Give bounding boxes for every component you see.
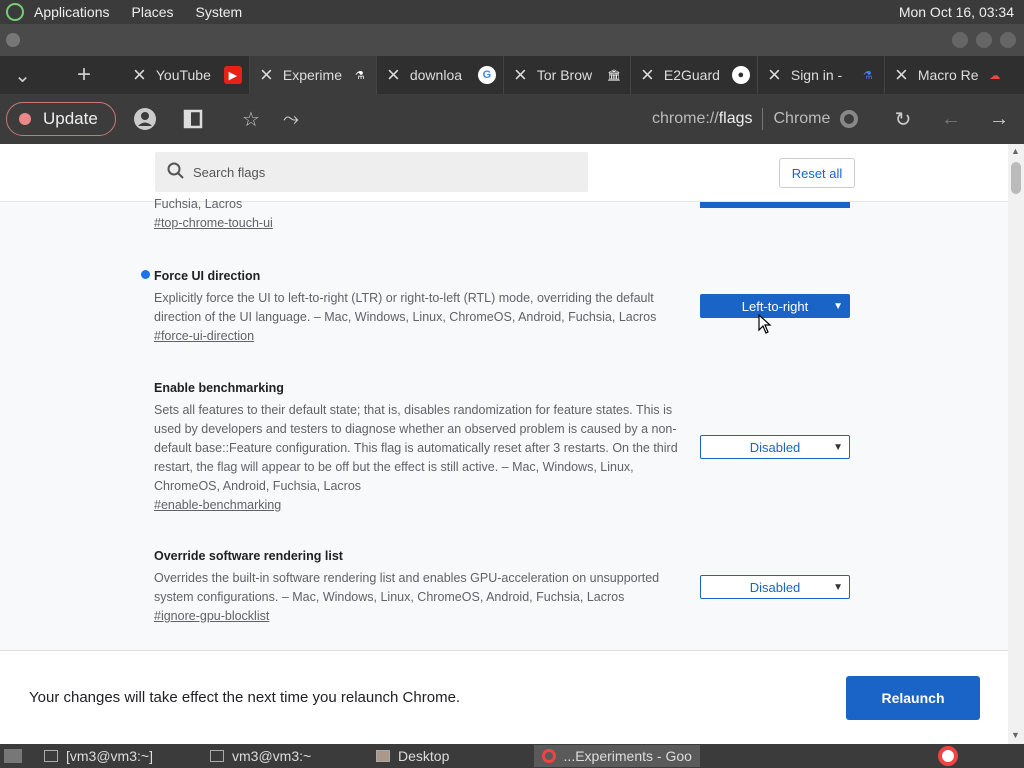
enable-benchmarking-select[interactable]: Disabled ▼ xyxy=(700,435,850,459)
flag-description: Explicitly force the UI to left-to-right… xyxy=(154,291,657,324)
youtube-favicon-icon: ▶ xyxy=(223,66,242,84)
ignore-gpu-blocklist-select[interactable]: Disabled ▼ xyxy=(700,575,850,599)
reset-all-button[interactable]: Reset all xyxy=(779,158,855,188)
share-icon[interactable]: ⤳ xyxy=(276,104,306,134)
flag-link[interactable]: #ignore-gpu-blocklist xyxy=(154,607,694,626)
search-flags-input[interactable]: Search flags xyxy=(155,152,588,192)
close-window-icon[interactable] xyxy=(1000,32,1016,48)
terminal-icon xyxy=(44,750,58,762)
google-favicon-icon: G xyxy=(477,66,496,84)
omnibox-divider xyxy=(762,108,764,130)
tab-macro-recorder[interactable]: × Macro Re ☁ xyxy=(885,56,1012,94)
flag-link[interactable]: #top-chrome-touch-ui xyxy=(154,214,694,233)
tab-e2guardian[interactable]: × E2Guard ● xyxy=(631,56,758,94)
clock[interactable]: Mon Oct 16, 03:34 xyxy=(899,4,1014,20)
omnibox-site-label: Chrome xyxy=(773,110,831,127)
flag-name: Enable benchmarking xyxy=(154,381,284,395)
close-tab-icon[interactable]: × xyxy=(514,64,527,86)
close-tab-icon[interactable]: × xyxy=(768,64,781,86)
close-tab-icon[interactable]: × xyxy=(387,64,400,86)
flag-description: Fuchsia, Lacros xyxy=(154,197,243,211)
scrollbar-thumb[interactable] xyxy=(1011,162,1021,194)
tab-youtube[interactable]: × YouTube ▶ xyxy=(123,56,250,94)
flag-name: Override software rendering list xyxy=(154,549,343,563)
omnibox-prefix: chrome:// xyxy=(652,110,719,127)
chrome-logo-icon xyxy=(840,110,859,128)
close-tab-icon[interactable]: × xyxy=(895,64,908,86)
distro-logo-icon[interactable] xyxy=(6,3,24,21)
flask-favicon-icon: ⚗ xyxy=(354,69,365,82)
taskbar-item-chrome[interactable]: ...Experiments - Goog xyxy=(534,745,700,767)
force-ui-direction-select[interactable]: Left-to-right ▼ xyxy=(700,294,850,318)
scroll-down-arrow-icon[interactable]: ▼ xyxy=(1011,730,1020,740)
chevron-down-icon: ▼ xyxy=(833,581,843,593)
flag-override-software-rendering-list: Override software rendering list Overrid… xyxy=(154,547,694,626)
omnibox[interactable]: chrome:// flags Chrome xyxy=(652,94,859,144)
maximize-icon[interactable] xyxy=(976,32,992,48)
menu-places[interactable]: Places xyxy=(132,4,174,20)
terminal-icon xyxy=(210,750,224,762)
flag-force-ui-direction: Force UI direction Explicitly force the … xyxy=(154,267,694,346)
tab-search-chevron-icon[interactable]: ⌄ xyxy=(0,60,45,90)
close-tab-icon[interactable]: × xyxy=(260,64,273,86)
modified-indicator-dot xyxy=(141,270,150,279)
close-tab-icon[interactable]: × xyxy=(641,64,654,86)
building-favicon-icon: 🏛 xyxy=(606,69,621,82)
scroll-up-arrow-icon[interactable]: ▲ xyxy=(1011,146,1020,156)
update-button[interactable]: Update xyxy=(6,102,116,136)
bottom-taskbar: [vm3@vm3:~] vm3@vm3:~ Desktop ...Experim… xyxy=(0,744,1024,768)
taskbar-item-desktop[interactable]: Desktop xyxy=(368,745,528,767)
relaunch-bar: Your changes will take effect the next t… xyxy=(0,650,1008,744)
taskbar-item-terminal-2[interactable]: vm3@vm3:~ xyxy=(202,745,362,767)
chrome-logo-icon xyxy=(542,749,556,763)
flag-link[interactable]: #enable-benchmarking xyxy=(154,496,694,515)
browser-toolbar: Update ☆ ⤳ chrome:// flags Chrome ↻ ← → xyxy=(0,94,1024,144)
flag-name: Force UI direction xyxy=(154,269,261,283)
search-icon xyxy=(167,162,185,183)
new-tab-plus-icon[interactable]: + xyxy=(45,60,123,90)
close-tab-icon[interactable]: × xyxy=(133,64,146,86)
taskbar-item-terminal-1[interactable]: [vm3@vm3:~] xyxy=(36,745,196,767)
profile-avatar-icon[interactable] xyxy=(130,104,160,134)
flag-description: Sets all features to their default state… xyxy=(154,403,678,493)
flask-favicon-icon: ⚗ xyxy=(862,69,873,82)
omnibox-path: flags xyxy=(718,110,753,127)
relaunch-button[interactable]: Relaunch xyxy=(846,676,980,720)
chevron-down-icon: ▼ xyxy=(833,300,843,312)
flag-top-chrome-touch-ui: Fuchsia, Lacros #top-chrome-touch-ui xyxy=(154,195,694,233)
tab-experiments[interactable]: × Experime ⚗ xyxy=(250,56,377,94)
tab-tor-browser[interactable]: × Tor Brow 🏛 xyxy=(504,56,631,94)
tab-download[interactable]: × downloa G xyxy=(377,56,504,94)
window-menu-icon[interactable] xyxy=(6,33,20,47)
top-chrome-touch-ui-select[interactable] xyxy=(700,202,850,208)
flag-link[interactable]: #force-ui-direction xyxy=(154,327,694,346)
chevron-down-icon: ▼ xyxy=(833,441,843,453)
side-panel-icon[interactable] xyxy=(178,104,208,134)
search-placeholder: Search flags xyxy=(193,164,266,180)
show-desktop-icon[interactable] xyxy=(4,749,22,763)
flag-enable-benchmarking: Enable benchmarking Sets all features to… xyxy=(154,379,694,515)
minimize-icon[interactable] xyxy=(952,32,968,48)
menu-applications[interactable]: Applications xyxy=(34,4,110,20)
tab-sign-in[interactable]: × Sign in - ⚗ xyxy=(758,56,885,94)
menu-system[interactable]: System xyxy=(196,4,243,20)
tray-chrome-icon[interactable] xyxy=(938,746,958,766)
tab-strip: ⌄ + × YouTube ▶ × Experime ⚗ × downloa G… xyxy=(0,56,1024,94)
page-scrollbar[interactable]: ▲ ▼ xyxy=(1008,144,1024,744)
window-titlebar[interactable] xyxy=(0,24,1024,56)
forward-arrow-icon[interactable]: → xyxy=(984,104,1014,134)
flag-description: Overrides the built-in software renderin… xyxy=(154,571,660,604)
update-dot-icon xyxy=(19,113,31,125)
globe-favicon-icon: ● xyxy=(731,66,750,84)
relaunch-message: Your changes will take effect the next t… xyxy=(29,689,461,706)
bookmark-star-icon[interactable]: ☆ xyxy=(236,104,266,134)
cloud-favicon-icon: ☁ xyxy=(989,69,1001,82)
folder-icon xyxy=(376,750,390,762)
reload-icon[interactable]: ↻ xyxy=(888,104,918,134)
top-panel: Applications Places System Mon Oct 16, 0… xyxy=(0,0,1024,24)
mouse-cursor-icon xyxy=(758,314,772,334)
back-arrow-icon[interactable]: ← xyxy=(936,104,966,134)
